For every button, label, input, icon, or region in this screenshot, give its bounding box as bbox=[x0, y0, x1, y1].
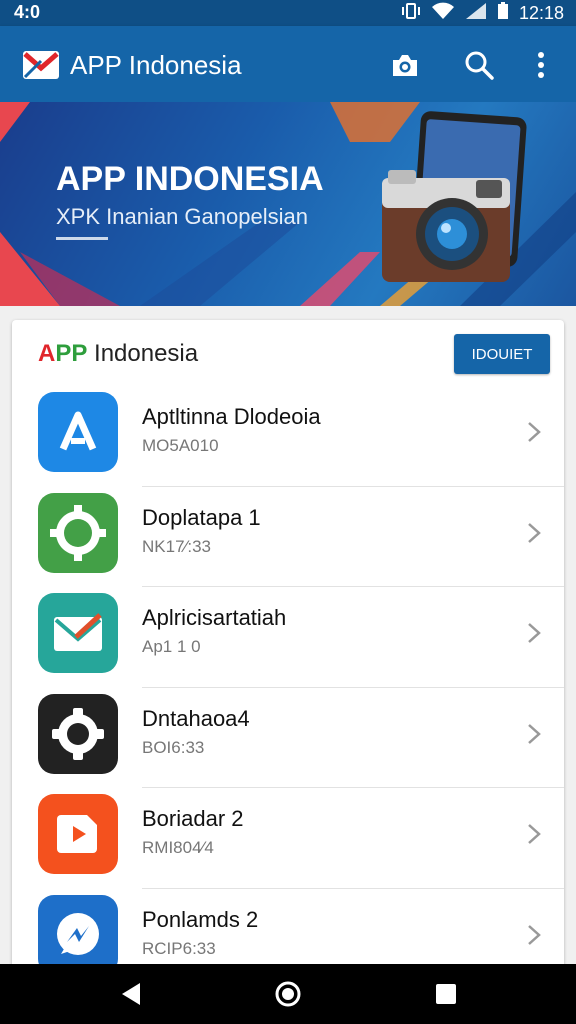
chevron-right-icon bbox=[524, 621, 544, 645]
more-options-icon[interactable] bbox=[524, 48, 558, 82]
install-button[interactable]: IDOUIET bbox=[454, 334, 550, 374]
list-item[interactable]: Boriadar 2 RMI804⁄4 bbox=[12, 788, 564, 889]
app-bar: APP Indonesia bbox=[0, 26, 576, 102]
play-app-icon bbox=[38, 794, 118, 874]
app-subtitle: NK17⁄:33 bbox=[142, 536, 211, 556]
app-list: Aptltinna Dlodeoia MO5A010 Doplatapa 1 N… bbox=[12, 386, 564, 980]
app-subtitle: RCIP6:33 bbox=[142, 938, 216, 958]
camera-icon[interactable] bbox=[388, 48, 422, 82]
brand-letters-pp: PP bbox=[55, 340, 88, 367]
battery-icon bbox=[497, 2, 509, 25]
list-item[interactable]: Aptltinna Dlodeoia MO5A010 bbox=[12, 386, 564, 487]
app-name: Dntahaoa4 bbox=[142, 705, 250, 731]
app-list-card: APP Indonesia IDOUIET Aptltinna Dlodeoia… bbox=[12, 320, 564, 980]
app-name: Ponlamds 2 bbox=[142, 906, 259, 932]
app-logo-icon bbox=[22, 47, 60, 83]
app-store-icon bbox=[38, 392, 118, 472]
chevron-right-icon bbox=[524, 521, 544, 545]
banner-underline bbox=[56, 237, 108, 240]
status-bar: 4:0 12:18 bbox=[0, 0, 576, 26]
banner-subtitle: XPK Inanian Ganopelsian bbox=[56, 204, 308, 229]
back-icon[interactable] bbox=[116, 980, 144, 1008]
app-subtitle: Ap1 1 0 bbox=[142, 637, 201, 656]
card-brand-title: APP Indonesia bbox=[38, 340, 198, 368]
brand-text: Indonesia bbox=[87, 340, 199, 367]
settings-app-icon bbox=[38, 693, 118, 774]
app-subtitle: RMI804⁄4 bbox=[142, 838, 214, 857]
messenger-app-icon bbox=[38, 894, 118, 975]
chevron-right-icon bbox=[524, 420, 544, 444]
chevron-right-icon bbox=[524, 722, 544, 746]
app-name: Doplatapa 1 bbox=[142, 504, 261, 530]
app-name: Aptltinna Dlodeoia bbox=[142, 404, 321, 429]
list-item[interactable]: Dntahaoa4 BOI6:33 bbox=[12, 688, 564, 788]
list-item[interactable]: Aplricisartatiah Ap1 1 0 bbox=[12, 587, 564, 688]
chevron-right-icon bbox=[524, 822, 544, 846]
chevron-right-icon bbox=[524, 923, 544, 947]
brand-letter-a: A bbox=[38, 340, 56, 367]
recents-icon[interactable] bbox=[432, 980, 460, 1008]
signal-icon bbox=[465, 2, 487, 25]
app-name: Aplricisartatiah bbox=[142, 605, 287, 630]
search-icon[interactable] bbox=[462, 48, 496, 82]
list-item[interactable]: Doplatapa 1 NK17⁄:33 bbox=[12, 487, 564, 587]
app-title: APP Indonesia bbox=[70, 50, 242, 80]
home-icon[interactable] bbox=[274, 980, 302, 1008]
mail-app-icon bbox=[38, 593, 118, 673]
status-time-right: 12:18 bbox=[518, 3, 564, 23]
system-nav-bar bbox=[0, 964, 576, 1024]
vibrate-icon bbox=[401, 2, 421, 25]
wifi-icon bbox=[431, 2, 455, 25]
app-name: Boriadar 2 bbox=[142, 806, 244, 831]
banner-title: APP INDONESIA bbox=[56, 160, 324, 198]
app-subtitle: MO5A010 bbox=[142, 436, 219, 455]
phone-camera-illustration bbox=[382, 111, 527, 282]
gear-app-icon bbox=[38, 492, 118, 573]
status-time-left: 4:0 bbox=[14, 2, 41, 22]
promo-banner[interactable]: APP INDONESIA XPK Inanian Ganopelsian bbox=[0, 102, 576, 306]
app-subtitle: BOI6:33 bbox=[142, 737, 205, 757]
